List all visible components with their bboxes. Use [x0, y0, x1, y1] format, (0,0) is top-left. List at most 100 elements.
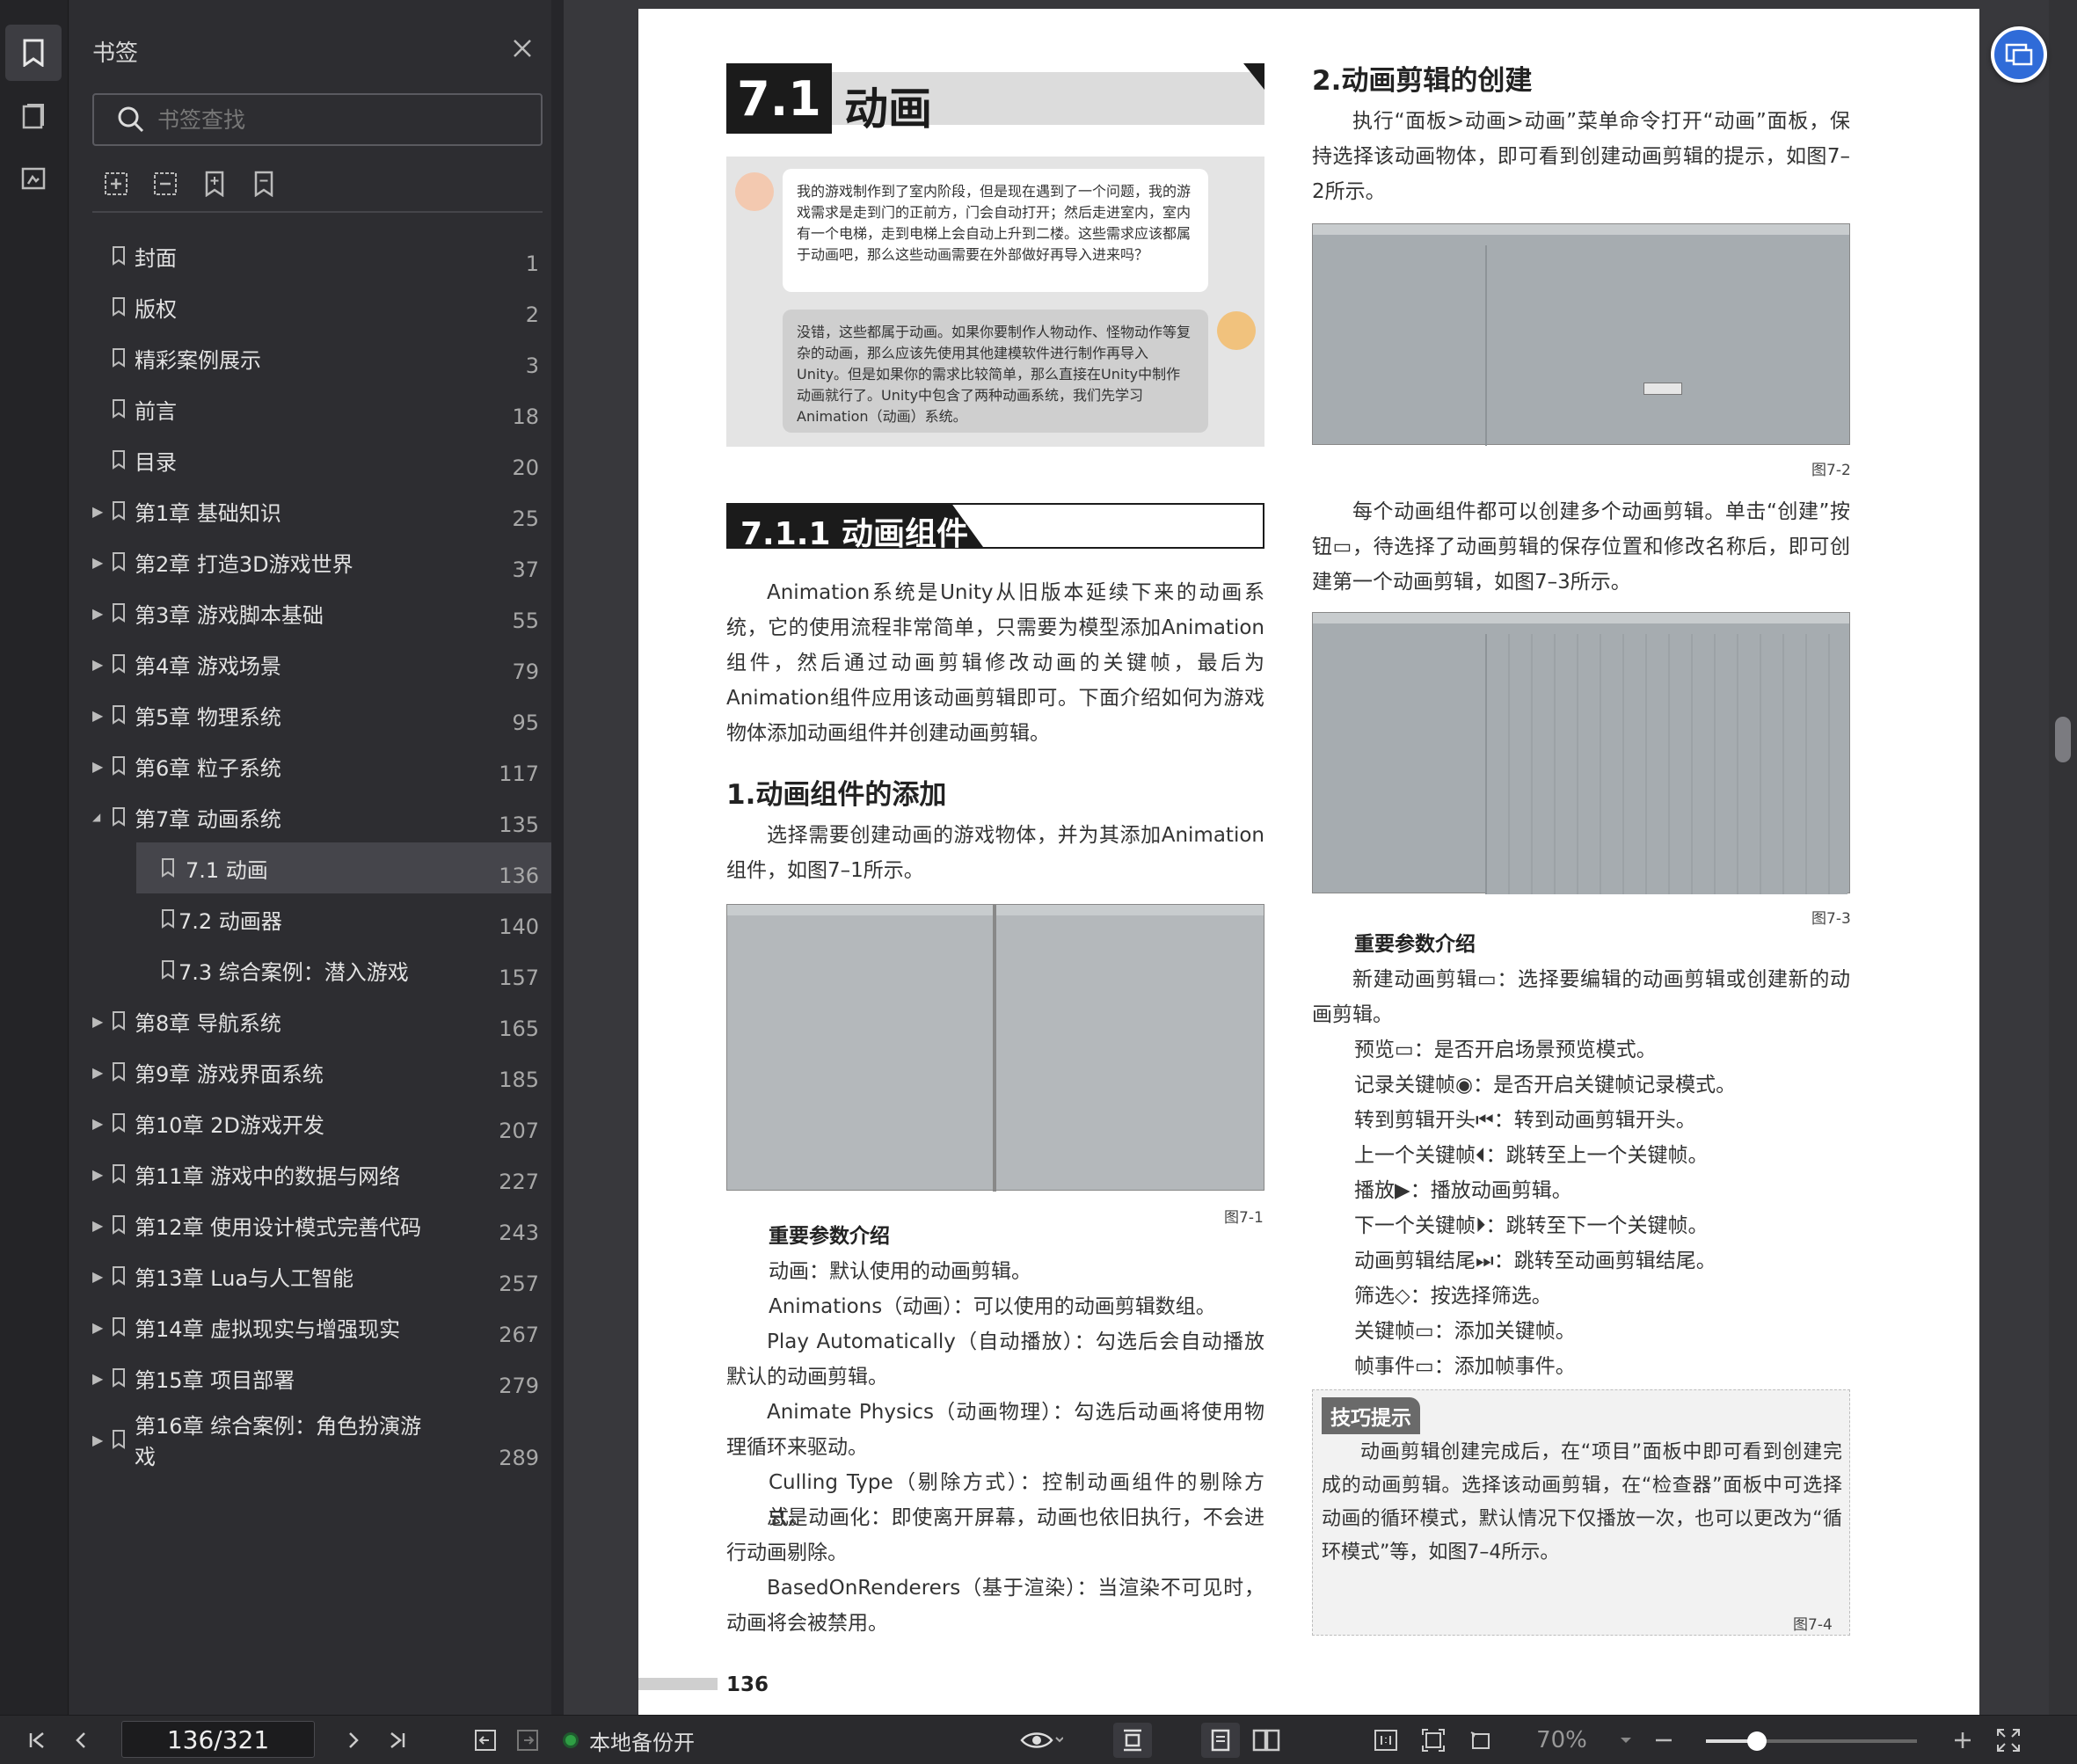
- caret-right-icon[interactable]: ▶: [92, 1217, 105, 1234]
- bottom-toolbar: 本地备份开 70%: [0, 1715, 2077, 1764]
- subsection-title: 7.1.1 动画组件: [740, 516, 969, 552]
- document-scrollbar[interactable]: [2049, 0, 2077, 1715]
- caret-right-icon[interactable]: ▶: [92, 1432, 105, 1448]
- pdf-reader-app: 书签 封面 1 版权 2 精彩案例展示 3 前言 18 目录 20 ▶ 第1章 基础知识 25 ▶ 第2章 …: [0, 0, 2077, 1764]
- bookmark-icon: [161, 858, 175, 878]
- remove-bookmark-button[interactable]: [249, 169, 279, 199]
- last-page-button[interactable]: [382, 1723, 413, 1758]
- floating-translate-button[interactable]: [1991, 26, 2047, 83]
- bookmark-page-number: 2: [525, 303, 539, 327]
- caret-right-icon[interactable]: ▶: [92, 1268, 105, 1285]
- actual-size-button[interactable]: [1366, 1723, 1405, 1758]
- zoom-in-button[interactable]: [1947, 1723, 1979, 1758]
- rotate-button[interactable]: [1461, 1723, 1500, 1758]
- tip-text: 动画剪辑创建完成后，在“项目”面板中即可看到创建完成的动画剪辑。选择该动画剪辑，…: [1322, 1441, 1842, 1564]
- bookmark-panel-button[interactable]: [5, 25, 62, 81]
- caret-right-icon[interactable]: ▶: [92, 503, 105, 520]
- fullscreen-icon: [1997, 1729, 2020, 1752]
- bookmark-item[interactable]: ▶ 第11章 游戏中的数据与网络 227: [69, 1148, 562, 1199]
- bookmark-item[interactable]: ▶ 第2章 打造3D游戏世界 37: [69, 536, 562, 587]
- zoom-level[interactable]: 70%: [1527, 1723, 1597, 1758]
- bookmark-item[interactable]: ▶ 第4章 游戏场景 79: [69, 638, 562, 689]
- bookmark-item[interactable]: 精彩案例展示 3: [69, 332, 562, 383]
- single-page-continuous-button[interactable]: [1113, 1723, 1152, 1758]
- bookmark-item[interactable]: 7.2 动画器 140: [69, 893, 562, 944]
- bookmark-item[interactable]: ▶ 第9章 游戏界面系统 185: [69, 1046, 562, 1097]
- double-page-button[interactable]: [1247, 1723, 1286, 1758]
- create-clip-paragraph: 执行“面板>动画>动画”菜单命令打开“动画”面板，保持选择该动画物体，即可看到创…: [1312, 110, 1850, 203]
- fullscreen-button[interactable]: [1991, 1723, 2026, 1758]
- bookmark-page-number: 95: [512, 711, 539, 735]
- caret-right-icon[interactable]: ▶: [92, 1064, 105, 1081]
- prev-page-button[interactable]: [65, 1723, 97, 1758]
- backup-status-label: 本地备份开: [589, 1730, 695, 1755]
- bookmark-item[interactable]: ▶ 第14章 虚拟现实与增强现实 267: [69, 1301, 562, 1352]
- bookmark-icon: [112, 1113, 126, 1133]
- close-panel-button[interactable]: [507, 33, 537, 63]
- bookmark-item[interactable]: ▶ 第8章 导航系统 165: [69, 995, 562, 1046]
- bookmark-icon: [112, 501, 126, 521]
- bookmark-icon: [112, 552, 126, 572]
- caret-right-icon[interactable]: ▶: [92, 1115, 105, 1132]
- next-page-button[interactable]: [338, 1723, 369, 1758]
- bookmark-item[interactable]: 目录 20: [69, 434, 562, 485]
- single-page-button[interactable]: [1201, 1723, 1240, 1758]
- bookmark-item[interactable]: 版权 2: [69, 281, 562, 332]
- bookmark-label: 前言: [135, 398, 177, 424]
- caret-right-icon[interactable]: ▶: [92, 758, 105, 775]
- caret-right-icon[interactable]: ▶: [92, 1370, 105, 1387]
- collapse-all-button[interactable]: [150, 169, 180, 199]
- first-page-button[interactable]: [21, 1723, 53, 1758]
- bookmark-item[interactable]: 前言 18: [69, 383, 562, 434]
- caret-right-icon[interactable]: ▶: [92, 605, 105, 622]
- bookmark-search-input[interactable]: [157, 106, 509, 133]
- zoom-out-button[interactable]: [1648, 1723, 1680, 1758]
- caret-down-icon[interactable]: ◢: [92, 811, 105, 823]
- annotation-icon: [21, 167, 46, 190]
- bookmark-list: 封面 1 版权 2 精彩案例展示 3 前言 18 目录 20 ▶ 第1章 基础知识 25 ▶ 第2章 打造3…: [69, 230, 562, 1476]
- caret-right-icon[interactable]: ▶: [92, 656, 105, 673]
- bookmark-page-number: 79: [512, 660, 539, 684]
- bookmark-item[interactable]: ▶ 第5章 物理系统 95: [69, 689, 562, 740]
- bookmark-item[interactable]: ▶ 第13章 Lua与人工智能 257: [69, 1250, 562, 1301]
- bookmark-item[interactable]: ▶ 第6章 粒子系统 117: [69, 740, 562, 791]
- page-number-bar: [638, 1678, 718, 1690]
- zoom-slider-knob[interactable]: [1746, 1731, 1767, 1751]
- bookmark-item[interactable]: ◢ 第7章 动画系统 135: [69, 791, 562, 842]
- bookmark-item[interactable]: 封面 1: [69, 230, 562, 281]
- thumbnail-panel-button[interactable]: [5, 88, 62, 144]
- bookmark-item[interactable]: ▶ 第3章 游戏脚本基础 55: [69, 587, 562, 638]
- zoom-dropdown[interactable]: [1613, 1723, 1639, 1758]
- annotation-panel-button[interactable]: [5, 151, 62, 208]
- caret-right-icon[interactable]: ▶: [92, 1013, 105, 1030]
- caret-right-icon[interactable]: ▶: [92, 1166, 105, 1183]
- bookmark-item[interactable]: 7.3 综合案例：潜入游戏 157: [69, 944, 562, 995]
- eye-care-button[interactable]: [1015, 1723, 1068, 1758]
- panel-scrollbar[interactable]: [551, 0, 564, 1715]
- document-scroll-thumb[interactable]: [2055, 717, 2071, 762]
- caret-right-icon[interactable]: ▶: [92, 1319, 105, 1336]
- zoom-slider[interactable]: [1706, 1731, 1917, 1751]
- page-number-input[interactable]: [121, 1721, 315, 1758]
- back-button[interactable]: [468, 1723, 503, 1758]
- param-play-automatically: Play Automatically（自动播放）：勾选后会自动播放默认的动画剪辑…: [726, 1330, 1264, 1389]
- bookmark-page-number: 117: [499, 762, 539, 786]
- bookmark-item[interactable]: 7.1 动画 136: [136, 842, 562, 893]
- bookmark-item[interactable]: ▶ 第1章 基础知识 25: [69, 485, 562, 536]
- bookmark-item[interactable]: ▶ 第15章 项目部署 279: [69, 1352, 562, 1403]
- add-bookmark-button[interactable]: [200, 169, 230, 199]
- caret-right-icon[interactable]: ▶: [92, 554, 105, 571]
- bookmark-item[interactable]: ▶ 第12章 使用设计模式完善代码 243: [69, 1199, 562, 1250]
- section-heading: 7.1 动画: [726, 63, 1264, 135]
- bookmark-label: 第9章 游戏界面系统: [135, 1061, 324, 1087]
- expand-all-button[interactable]: [101, 169, 131, 199]
- bookmark-page-number: 267: [499, 1323, 539, 1347]
- param-animations: Animations（动画）：可以使用的动画剪辑数组。: [769, 1295, 1216, 1318]
- forward-button[interactable]: [510, 1723, 545, 1758]
- caret-right-icon[interactable]: ▶: [92, 707, 105, 724]
- bookmark-item[interactable]: ▶ 第10章 2D游戏开发 207: [69, 1097, 562, 1148]
- bookmark-label: 第4章 游戏场景: [135, 653, 281, 679]
- backup-status[interactable]: 本地备份开: [563, 1723, 756, 1758]
- fit-page-button[interactable]: [1414, 1723, 1453, 1758]
- bookmark-item[interactable]: ▶ 第16章 综合案例：角色扮演游戏 289: [69, 1403, 562, 1476]
